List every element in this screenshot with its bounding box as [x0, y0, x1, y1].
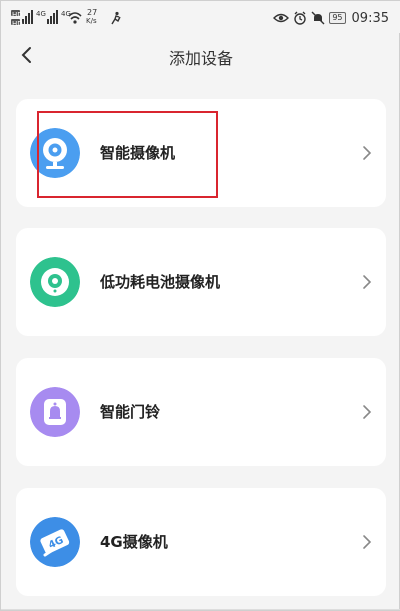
- alarm-icon: [294, 11, 307, 25]
- chevron-right-icon: [363, 275, 372, 289]
- device-card-doorbell[interactable]: 智能门铃: [16, 358, 386, 466]
- gen-label-1: 4G: [36, 10, 46, 18]
- status-bar: HD HD 4G 4G 27 K/s 95 09:35: [1, 1, 400, 33]
- mute-icon: [311, 11, 325, 25]
- clock: 09:35: [351, 10, 389, 26]
- bottom-divider: [1, 609, 400, 610]
- eye-icon: [273, 13, 290, 23]
- smart-camera-icon: [30, 128, 80, 178]
- gen-label-2: 4G: [61, 10, 71, 18]
- net-speed-value: 27: [87, 8, 98, 17]
- status-left-group: HD HD 4G 4G 27 K/s: [11, 8, 121, 28]
- nav-bar: 添加设备: [1, 33, 400, 77]
- status-right-group: 95 09:35: [273, 9, 389, 27]
- device-label-4g-camera: 4G摄像机: [100, 533, 168, 551]
- hd-label-2: HD: [12, 20, 23, 28]
- running-icon: [111, 11, 121, 25]
- device-card-smart-camera[interactable]: 智能摄像机: [16, 99, 386, 207]
- chevron-right-icon: [363, 535, 372, 549]
- hd-label-1: HD: [12, 11, 23, 19]
- chevron-right-icon: [363, 405, 372, 419]
- device-card-4g-camera[interactable]: 4G 4G摄像机: [16, 488, 386, 596]
- doorbell-icon: [30, 387, 80, 437]
- battery-level: 95: [329, 12, 346, 24]
- device-label-battery-camera: 低功耗电池摄像机: [100, 273, 221, 291]
- battery-camera-icon: [30, 257, 80, 307]
- device-label-doorbell: 智能门铃: [100, 403, 161, 421]
- net-speed-unit: K/s: [86, 17, 97, 25]
- device-card-battery-camera[interactable]: 低功耗电池摄像机: [16, 228, 386, 336]
- 4g-camera-icon: 4G: [30, 517, 80, 567]
- device-label-smart-camera: 智能摄像机: [100, 144, 176, 162]
- page-title: 添加设备: [168, 49, 233, 68]
- chevron-right-icon: [363, 146, 372, 160]
